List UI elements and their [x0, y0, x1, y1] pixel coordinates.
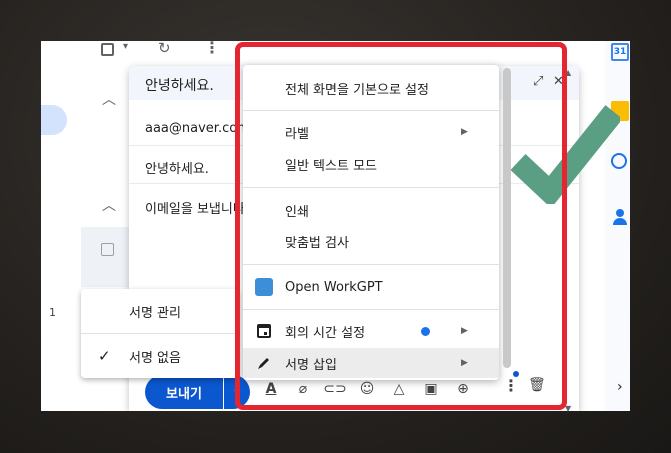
row-shade	[81, 227, 131, 287]
signature-menu: 서명 관리 ✓ 서명 없음	[81, 289, 239, 378]
contacts-icon[interactable]	[613, 209, 627, 225]
nav-pill[interactable]	[41, 105, 67, 135]
refresh-icon[interactable]: ↻	[158, 41, 171, 57]
collapse-icon[interactable]: ︿	[102, 195, 116, 215]
row-checkbox[interactable]	[101, 243, 114, 256]
highlight-frame	[235, 42, 567, 410]
calendar-icon[interactable]: 31	[611, 43, 629, 61]
collapse-icon[interactable]: ︿	[102, 89, 116, 109]
compose-title: 안녕하세요.	[145, 78, 214, 94]
subject-field[interactable]: 안녕하세요.	[145, 158, 209, 177]
more-vert-icon[interactable]: ⋮	[204, 41, 220, 57]
check-icon: ✓	[98, 347, 111, 365]
chevron-down-icon[interactable]: ▾	[123, 41, 128, 52]
manage-signature-item[interactable]: 서명 관리	[81, 289, 239, 333]
select-all-checkbox[interactable]	[101, 43, 114, 56]
row-number: 1	[49, 306, 56, 319]
chevron-right-icon[interactable]: ›	[617, 379, 623, 395]
no-signature-item[interactable]: ✓ 서명 없음	[81, 334, 239, 378]
side-panel	[605, 41, 630, 411]
send-button[interactable]: 보내기	[145, 375, 223, 409]
body-field[interactable]: 이메일을 보냅니다	[145, 198, 245, 217]
